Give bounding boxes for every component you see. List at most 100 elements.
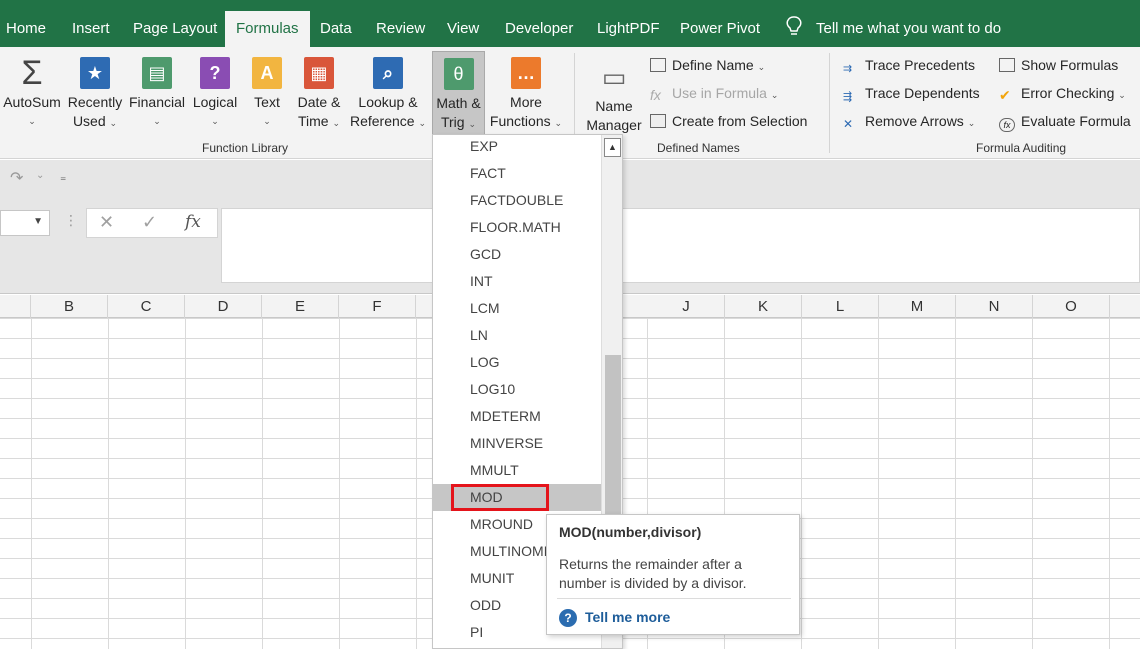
function-item-exp[interactable]: EXP	[433, 135, 601, 160]
column-header[interactable]: J	[648, 295, 725, 318]
column-header[interactable]: B	[31, 295, 108, 318]
table-icon	[650, 114, 666, 128]
trace-dependents-icon: ⇶	[843, 91, 853, 103]
column-header[interactable]: K	[725, 295, 802, 318]
defined-names-label: Defined Names	[657, 141, 740, 155]
tab-insert[interactable]: Insert	[72, 11, 110, 47]
remove-arrows-icon: ✕	[843, 117, 854, 131]
tab-data[interactable]: Data	[320, 11, 352, 47]
function-item-lcm[interactable]: LCM	[433, 295, 601, 322]
tell-me-search[interactable]: Tell me what you want to do	[816, 11, 1001, 47]
function-item-int[interactable]: INT	[433, 268, 601, 295]
function-tooltip: MOD(number,divisor) Returns the remainde…	[546, 514, 800, 635]
excel-window: Home Insert Page Layout Formulas Data Re…	[0, 0, 1140, 649]
more-functions-button[interactable]: … More Functions ⌄	[487, 57, 565, 133]
tab-lightpdf[interactable]: LightPDF	[597, 11, 660, 47]
tooltip-title: MOD(number,divisor)	[559, 524, 702, 540]
tooltip-description: Returns the remainder after a number is …	[559, 556, 747, 591]
ribbon-tabs: Home Insert Page Layout Formulas Data Re…	[0, 0, 1140, 47]
scroll-up-icon[interactable]: ▲	[604, 138, 621, 157]
error-checking-button[interactable]: ✔ Error Checking ⌄	[999, 82, 1126, 104]
more-icon: …	[511, 57, 541, 89]
error-checking-icon: ✔	[999, 87, 1011, 103]
tell-me-more-link[interactable]: ? Tell me more	[559, 609, 670, 627]
date-time-button[interactable]: ▦ Date & Time ⌄	[293, 57, 345, 133]
evaluate-formula-icon: fx	[999, 118, 1015, 132]
tab-page-layout[interactable]: Page Layout	[133, 11, 217, 47]
help-icon: ?	[559, 609, 577, 627]
tag-icon	[650, 58, 666, 72]
theta-icon: θ	[443, 58, 474, 90]
function-item-log10[interactable]: LOG10	[433, 376, 601, 403]
function-item-gcd[interactable]: GCD	[433, 241, 601, 268]
function-item-fact[interactable]: FACT	[433, 160, 601, 187]
trace-precedents-button[interactable]: ⇉ Trace Precedents	[843, 54, 975, 76]
text-icon: A	[252, 57, 282, 89]
tab-review[interactable]: Review	[376, 11, 425, 47]
insert-function-icon[interactable]: fx	[185, 212, 201, 232]
logical-button[interactable]: ? Logical ⌄	[189, 57, 241, 131]
name-manager-icon: ▭	[601, 61, 627, 92]
function-item-mmult[interactable]: MMULT	[433, 457, 601, 484]
star-book-icon: ★	[80, 57, 110, 89]
function-item-log[interactable]: LOG	[433, 349, 601, 376]
lightbulb-icon	[786, 11, 802, 47]
enter-icon[interactable]: ✓	[142, 212, 157, 233]
autosum-button[interactable]: Σ AutoSum ⌄	[2, 53, 62, 131]
tab-formulas[interactable]: Formulas	[225, 11, 310, 47]
resize-handle-icon[interactable]: ⋮	[64, 212, 78, 229]
separator	[829, 53, 830, 153]
remove-arrows-button[interactable]: ✕ Remove Arrows ⌄	[843, 110, 975, 132]
chevron-down-icon: ⌄	[28, 116, 36, 126]
column-header[interactable]: N	[956, 295, 1033, 318]
column-header[interactable]: M	[879, 295, 956, 318]
sigma-icon: Σ	[21, 53, 43, 92]
tab-home[interactable]: Home	[6, 11, 46, 47]
date-icon: ▦	[304, 57, 334, 89]
divider	[557, 598, 791, 599]
fx-icon: fx	[650, 87, 661, 103]
show-formulas-button[interactable]: Show Formulas	[999, 54, 1118, 76]
tab-power-pivot[interactable]: Power Pivot	[680, 11, 760, 47]
function-item-factdouble[interactable]: FACTDOUBLE	[433, 187, 601, 214]
define-name-button[interactable]: Define Name ⌄	[650, 54, 765, 76]
logical-icon: ?	[200, 57, 230, 89]
chevron-down-icon[interactable]: ⌄	[36, 170, 44, 181]
math-trig-button[interactable]: θ Math & Trig ⌄	[432, 51, 485, 137]
cancel-icon[interactable]: ✕	[99, 212, 114, 233]
redo-icon[interactable]: ↷	[10, 168, 23, 188]
highlight-box	[451, 484, 549, 511]
evaluate-formula-button[interactable]: fx Evaluate Formula	[999, 110, 1131, 132]
formula-buttons: ✕ ✓ fx	[86, 208, 218, 238]
text-button[interactable]: A Text ⌄	[246, 57, 288, 131]
lookup-reference-button[interactable]: ⌕ Lookup & Reference ⌄	[347, 57, 429, 133]
formula-auditing-label: Formula Auditing	[976, 141, 1067, 155]
tab-view[interactable]: View	[447, 11, 479, 47]
column-header[interactable]: L	[802, 295, 879, 318]
financial-button[interactable]: ▤ Financial ⌄	[127, 57, 187, 131]
name-manager-button[interactable]: ▭ Name Manager	[582, 61, 646, 135]
trace-dependents-button[interactable]: ⇶ Trace Dependents	[843, 82, 980, 104]
column-header[interactable]: F	[339, 295, 416, 318]
trace-precedents-icon: ⇉	[843, 63, 853, 75]
function-item-minverse[interactable]: MINVERSE	[433, 430, 601, 457]
use-in-formula-button[interactable]: fx Use in Formula ⌄	[650, 82, 778, 104]
recently-used-button[interactable]: ★ Recently Used ⌄	[66, 57, 124, 133]
customize-qat-icon[interactable]: ₌	[60, 170, 66, 184]
name-box[interactable]: ▼	[0, 210, 50, 236]
column-header[interactable]: O	[1033, 295, 1110, 318]
formula-input[interactable]	[221, 208, 1140, 283]
function-item-mdeterm[interactable]: MDETERM	[433, 403, 601, 430]
create-from-selection-button[interactable]: Create from Selection	[650, 110, 807, 132]
tab-developer[interactable]: Developer	[505, 11, 573, 47]
function-item-floor-math[interactable]: FLOOR.MATH	[433, 214, 601, 241]
function-library-label: Function Library	[202, 141, 289, 155]
column-header[interactable]: E	[262, 295, 339, 318]
chevron-down-icon[interactable]: ▼	[33, 216, 43, 227]
function-item-ln[interactable]: LN	[433, 322, 601, 349]
function-item-mod[interactable]: MOD	[433, 484, 601, 511]
lookup-icon: ⌕	[373, 57, 403, 89]
show-formulas-icon	[999, 58, 1015, 72]
column-header[interactable]: C	[108, 295, 185, 318]
column-header[interactable]: D	[185, 295, 262, 318]
